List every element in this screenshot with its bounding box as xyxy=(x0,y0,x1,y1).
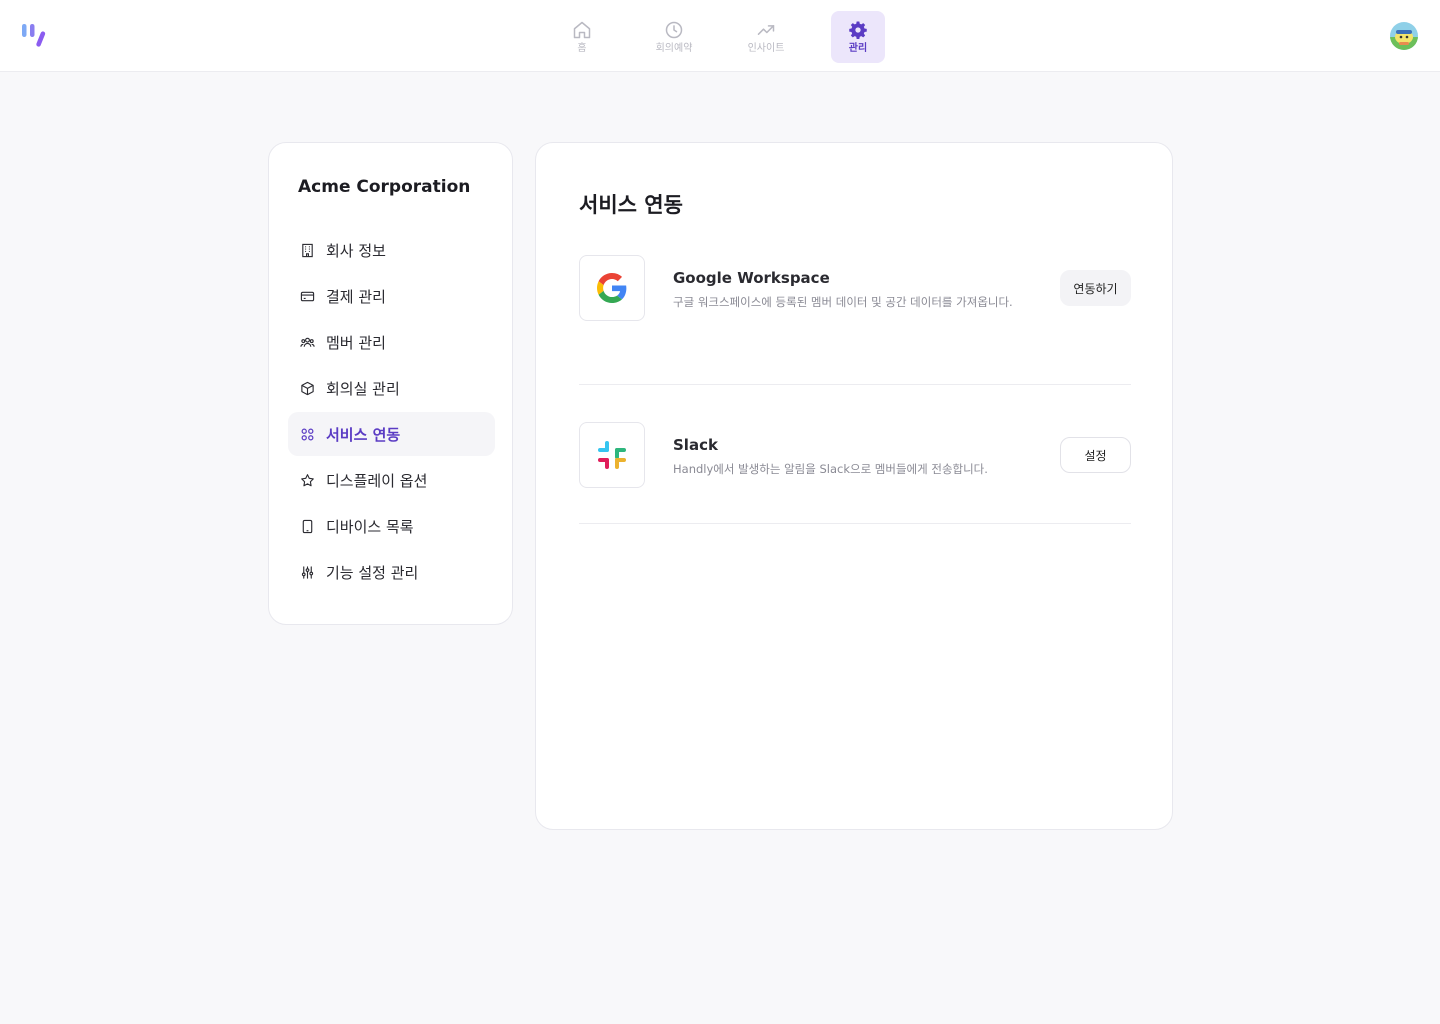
sidebar-item-device-list[interactable]: 디바이스 목록 xyxy=(288,504,495,548)
sidebar-item-label: 회사 정보 xyxy=(326,241,386,260)
sidebar-item-label: 기능 설정 관리 xyxy=(326,563,419,582)
sidebar-item-label: 서비스 연동 xyxy=(326,425,401,444)
sidebar-item-feature-settings[interactable]: 기능 설정 관리 xyxy=(288,550,495,594)
sidebar-item-label: 결제 관리 xyxy=(326,287,386,306)
sidebar-item-meeting-rooms[interactable]: 회의실 관리 xyxy=(288,366,495,410)
top-bar: 홈 회의예약 인사이트 관리 xyxy=(0,0,1440,72)
gear-icon xyxy=(849,21,867,39)
main-nav: 홈 회의예약 인사이트 관리 xyxy=(555,11,885,63)
tab-insight[interactable]: 인사이트 xyxy=(739,11,793,63)
service-row-google: Google Workspace 구글 워크스페이스에 등록된 멤버 데이터 및… xyxy=(579,255,1131,385)
sidebar-item-billing[interactable]: 결제 관리 xyxy=(288,274,495,318)
tab-label: 홈 xyxy=(577,42,587,54)
sidebar-item-label: 멤버 관리 xyxy=(326,333,386,352)
sidebar-item-display-options[interactable]: 디스플레이 옵션 xyxy=(288,458,495,502)
sidebar-item-members[interactable]: 멤버 관리 xyxy=(288,320,495,364)
settings-menu: 회사 정보 결제 관리 멤버 관리 회의실 관리 서비스 연동 디스플레이 옵션… xyxy=(288,228,495,596)
slack-logo-icon xyxy=(579,422,645,488)
google-logo-icon xyxy=(579,255,645,321)
home-icon xyxy=(573,21,591,38)
sliders-icon xyxy=(301,565,314,579)
tab-label: 인사이트 xyxy=(747,42,785,54)
slack-settings-button[interactable]: 설정 xyxy=(1060,437,1131,473)
tablet-icon xyxy=(302,519,313,533)
building-icon xyxy=(302,243,313,257)
trending-up-icon xyxy=(757,24,775,35)
integrations-panel: 서비스 연동 Google Workspace 구글 워크스페이스에 등록된 멤… xyxy=(535,142,1173,830)
connect-google-button[interactable]: 연동하기 xyxy=(1060,270,1131,306)
tab-label: 회의예약 xyxy=(655,42,693,54)
sidebar-item-label: 회의실 관리 xyxy=(326,379,400,398)
sidebar-item-label: 디스플레이 옵션 xyxy=(326,471,428,490)
service-name: Slack xyxy=(673,436,718,454)
sidebar-item-company-info[interactable]: 회사 정보 xyxy=(288,228,495,272)
handly-logo-icon[interactable] xyxy=(21,22,47,48)
users-icon xyxy=(300,337,315,347)
page-title: 서비스 연동 xyxy=(579,193,683,217)
star-icon xyxy=(301,473,314,486)
tab-home[interactable]: 홈 xyxy=(555,11,609,63)
service-row-slack: Slack Handly에서 발생하는 알림을 Slack으로 멤버들에게 전송… xyxy=(579,422,1131,524)
settings-sidebar: Acme Corporation 회사 정보 결제 관리 멤버 관리 회의실 관… xyxy=(268,142,513,625)
tab-meeting-booking[interactable]: 회의예약 xyxy=(647,11,701,63)
credit-card-icon xyxy=(300,291,315,301)
service-description: Handly에서 발생하는 알림을 Slack으로 멤버들에게 전송합니다. xyxy=(673,462,988,476)
service-description: 구글 워크스페이스에 등록된 멤버 데이터 및 공간 데이터를 가져옵니다. xyxy=(673,295,1013,309)
sidebar-item-label: 디바이스 목록 xyxy=(326,517,414,536)
service-name: Google Workspace xyxy=(673,269,830,287)
sidebar-item-integrations[interactable]: 서비스 연동 xyxy=(288,412,495,456)
tab-manage[interactable]: 관리 xyxy=(831,11,885,63)
tab-label: 관리 xyxy=(848,42,868,54)
cube-icon xyxy=(301,381,314,395)
grid-icon xyxy=(301,428,314,440)
org-name: Acme Corporation xyxy=(298,177,471,197)
user-avatar[interactable] xyxy=(1390,22,1418,50)
clock-icon xyxy=(665,21,683,38)
